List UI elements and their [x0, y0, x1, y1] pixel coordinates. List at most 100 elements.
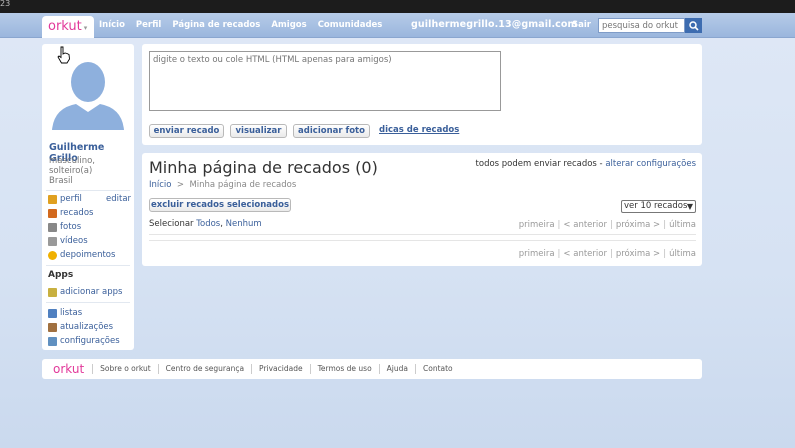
pager-next[interactable]: próxima >	[616, 220, 660, 230]
default-avatar[interactable]	[50, 60, 126, 130]
per-page-value: ver 10 recados	[624, 201, 688, 211]
divider	[149, 240, 696, 241]
logout-link[interactable]: Sair	[572, 13, 591, 38]
delete-selected-button[interactable]: excluir recados selecionados	[149, 198, 291, 212]
nav-link-amigos[interactable]: Amigos	[271, 13, 306, 38]
extra-menu: listas atualizações configurações	[48, 306, 120, 348]
footer-orkut-logo[interactable]: orkut	[53, 362, 84, 376]
pager-first[interactable]: primeira	[519, 249, 555, 259]
menu-label[interactable]: perfil	[60, 194, 82, 204]
chevron-down-icon[interactable]: ▾	[84, 24, 88, 32]
pager-top: primeira | < anterior | próxima > | última	[519, 220, 696, 230]
updates-icon	[48, 322, 57, 332]
profile-info: masculino, solteiro(a) Brasil	[49, 156, 95, 186]
footer-link-ajuda[interactable]: Ajuda	[378, 364, 415, 374]
send-scrap-button[interactable]: enviar recado	[149, 124, 224, 138]
pager-prev[interactable]: < anterior	[563, 220, 607, 230]
search-input[interactable]	[598, 18, 685, 33]
video-icon	[48, 236, 57, 246]
footer-link-privacidade[interactable]: Privacidade	[251, 364, 310, 374]
profile-menu: perfil recados fotos vídeos depoimentos	[48, 192, 115, 262]
pager-first[interactable]: primeira	[519, 220, 555, 230]
menu-label[interactable]: atualizações	[60, 322, 113, 332]
menu-item-atualizacoes[interactable]: atualizações	[48, 320, 120, 334]
pager-sep: |	[663, 220, 667, 230]
menu-label[interactable]: listas	[60, 308, 82, 318]
profile-country: Brasil	[49, 176, 73, 186]
search-button[interactable]	[685, 18, 702, 33]
menu-label[interactable]: fotos	[60, 222, 81, 232]
pager-sep: |	[609, 220, 613, 230]
scrap-textarea[interactable]	[149, 51, 501, 111]
menu-item-depoimentos[interactable]: depoimentos	[48, 248, 115, 262]
divider	[46, 302, 130, 303]
nav-link-pagina-de-recados[interactable]: Página de recados	[172, 13, 260, 38]
footer-link-seguranca[interactable]: Centro de segurança	[157, 364, 251, 374]
menu-item-configuracoes[interactable]: configurações	[48, 334, 120, 348]
per-page-select[interactable]: ver 10 recados ▼	[621, 200, 696, 213]
pager-sep: |	[663, 249, 667, 259]
select-comma: ,	[220, 219, 223, 229]
menu-item-perfil[interactable]: perfil	[48, 192, 115, 206]
menu-item-adicionar-apps[interactable]: adicionar apps	[48, 285, 122, 299]
menu-label[interactable]: vídeos	[60, 236, 88, 246]
user-email: guilhermegrillo.13@gmail.com	[411, 19, 578, 30]
menu-item-listas[interactable]: listas	[48, 306, 120, 320]
pager-sep: |	[557, 249, 561, 259]
pager-last[interactable]: última	[669, 220, 696, 230]
menu-label[interactable]: configurações	[60, 336, 120, 346]
select-label: Selecionar	[149, 219, 194, 229]
change-settings-link[interactable]: alterar configurações	[605, 159, 696, 169]
nav-link-perfil[interactable]: Perfil	[136, 13, 161, 38]
menu-label[interactable]: adicionar apps	[60, 287, 122, 297]
footer-link-sobre[interactable]: Sobre o orkut	[92, 364, 157, 374]
add-photo-button[interactable]: adicionar foto	[293, 124, 370, 138]
divider	[46, 190, 130, 191]
pencil-note-icon	[48, 208, 57, 218]
breadcrumb: Início > Minha página de recados	[149, 180, 296, 190]
breadcrumb-home[interactable]: Início	[149, 180, 172, 190]
nav-link-comunidades[interactable]: Comunidades	[318, 13, 383, 38]
plus-icon	[48, 287, 57, 297]
nav-link-inicio[interactable]: Início	[99, 13, 125, 38]
breadcrumb-current: Minha página de recados	[189, 180, 297, 190]
sun-icon	[48, 250, 57, 260]
select-none-link[interactable]: Nenhum	[226, 219, 262, 229]
divider	[149, 234, 696, 235]
divider	[46, 265, 130, 266]
menu-label[interactable]: recados	[60, 208, 93, 218]
top-strip: 23	[0, 0, 795, 13]
footer-link-termos[interactable]: Termos de uso	[309, 364, 379, 374]
select-controls: Selecionar Todos, Nenhum	[149, 219, 262, 229]
photo-icon	[48, 222, 57, 232]
footer: orkut Sobre o orkut Centro de segurança …	[42, 359, 702, 379]
orkut-logo-tab[interactable]: orkut ▾	[42, 16, 94, 38]
chevron-down-icon: ▼	[686, 202, 693, 211]
scrap-tips-link[interactable]: dicas de recados	[379, 125, 459, 135]
search-icon	[688, 20, 699, 31]
apps-menu: adicionar apps	[48, 285, 122, 299]
footer-link-contato[interactable]: Contato	[415, 364, 460, 374]
hand-cursor-icon	[57, 46, 70, 64]
menu-item-fotos[interactable]: fotos	[48, 220, 115, 234]
select-all-link[interactable]: Todos	[196, 219, 220, 229]
menu-label[interactable]: depoimentos	[60, 250, 115, 260]
preview-button[interactable]: visualizar	[230, 124, 287, 138]
pager-sep: |	[557, 220, 561, 230]
apps-heading: Apps	[48, 270, 74, 280]
pager-prev[interactable]: < anterior	[563, 249, 607, 259]
breadcrumb-separator: >	[176, 180, 185, 190]
profile-status: solteiro(a)	[49, 166, 93, 176]
nav-links: Início Perfil Página de recados Amigos C…	[99, 13, 393, 38]
orkut-logo[interactable]: orkut	[48, 19, 82, 34]
page-title: Minha página de recados (0)	[149, 158, 378, 177]
pager-bottom: primeira | < anterior | próxima > | última	[519, 249, 696, 259]
wrench-icon	[48, 336, 57, 346]
permission-text: todos podem enviar recados -	[475, 159, 603, 169]
pager-next[interactable]: próxima >	[616, 249, 660, 259]
menu-item-videos[interactable]: vídeos	[48, 234, 115, 248]
menu-item-recados[interactable]: recados	[48, 206, 115, 220]
pager-last[interactable]: última	[669, 249, 696, 259]
profile-sidebar: Guilherme Grillo masculino, solteiro(a) …	[42, 44, 134, 350]
top-navbar: orkut ▾ Início Perfil Página de recados A…	[0, 13, 795, 38]
